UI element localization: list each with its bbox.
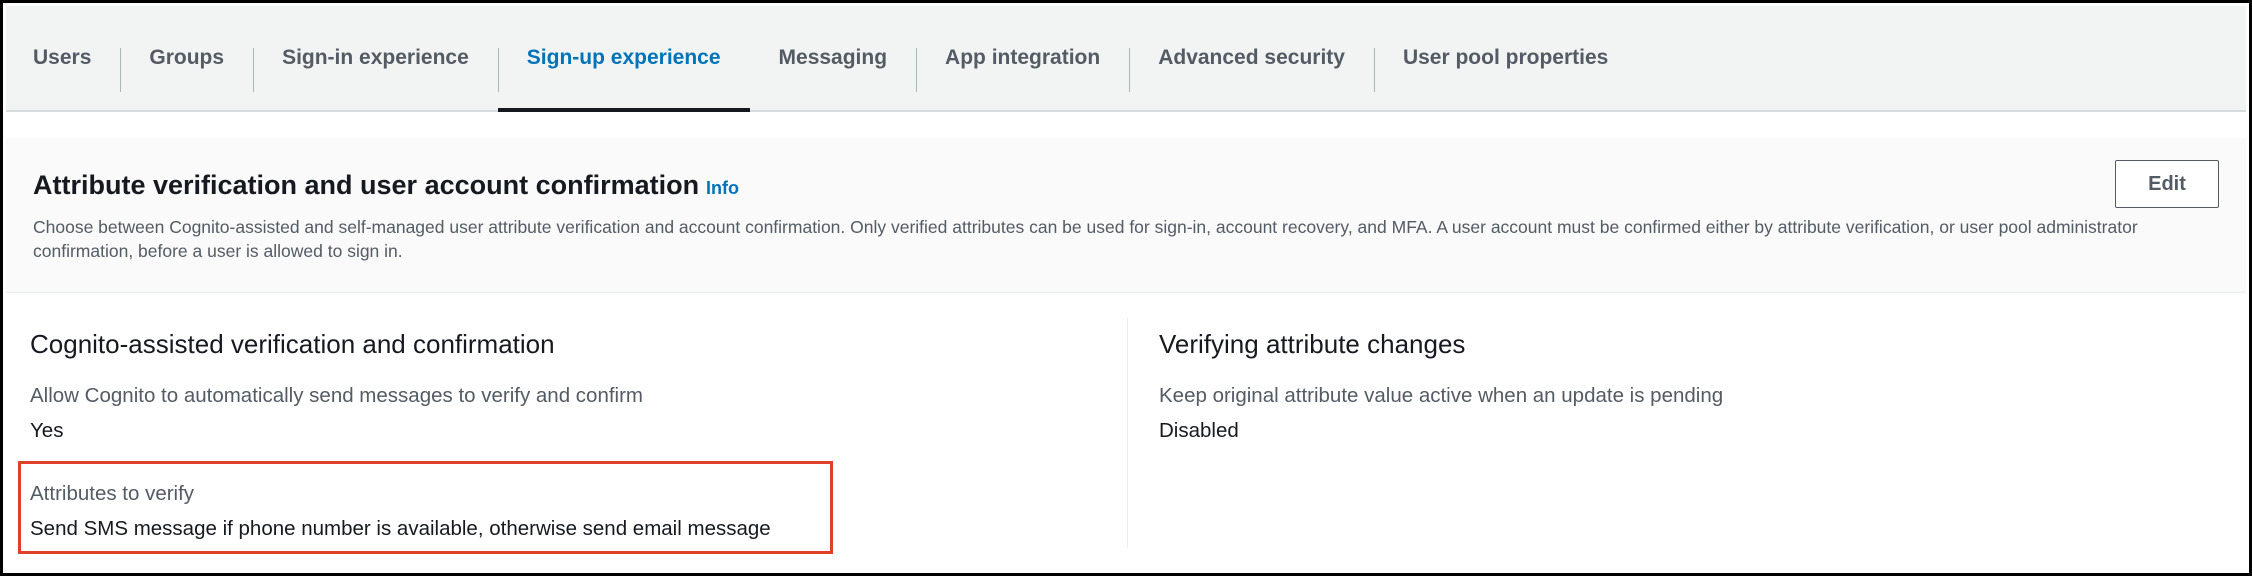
tab-user-pool-properties[interactable]: User pool properties	[1373, 6, 1637, 110]
column-divider	[1127, 318, 1128, 548]
tab-advanced-security[interactable]: Advanced security	[1129, 6, 1374, 110]
tab-sign-in-experience[interactable]: Sign-in experience	[253, 6, 498, 110]
tab-bar: Users Groups Sign-in experience Sign-up …	[6, 6, 2246, 112]
tab-sign-up-experience[interactable]: Sign-up experience	[497, 6, 750, 112]
panel-header: Attribute verification and user account …	[6, 138, 2246, 293]
verifying-changes-section-title: Verifying attribute changes	[1159, 329, 1466, 359]
tab-users[interactable]: Users	[6, 6, 120, 110]
info-link[interactable]: Info	[706, 178, 739, 199]
keep-original-value: Disabled	[1159, 419, 1239, 442]
edit-button[interactable]: Edit	[2115, 160, 2219, 208]
auto-send-value: Yes	[30, 419, 64, 442]
attributes-to-verify-label: Attributes to verify	[30, 482, 195, 505]
tab-app-integration[interactable]: App integration	[916, 6, 1129, 110]
panel-title: Attribute verification and user account …	[33, 170, 700, 200]
panel-description: Choose between Cognito-assisted and self…	[33, 217, 2138, 261]
app-frame: Users Groups Sign-in experience Sign-up …	[0, 0, 2252, 576]
attributes-to-verify-value: Send SMS message if phone number is avai…	[30, 517, 771, 540]
tab-groups[interactable]: Groups	[120, 6, 253, 110]
cognito-assisted-section-title: Cognito-assisted verification and confir…	[30, 329, 555, 359]
auto-send-label: Allow Cognito to automatically send mess…	[30, 384, 644, 407]
keep-original-label: Keep original attribute value active whe…	[1159, 384, 1724, 407]
tab-messaging[interactable]: Messaging	[750, 6, 917, 110]
